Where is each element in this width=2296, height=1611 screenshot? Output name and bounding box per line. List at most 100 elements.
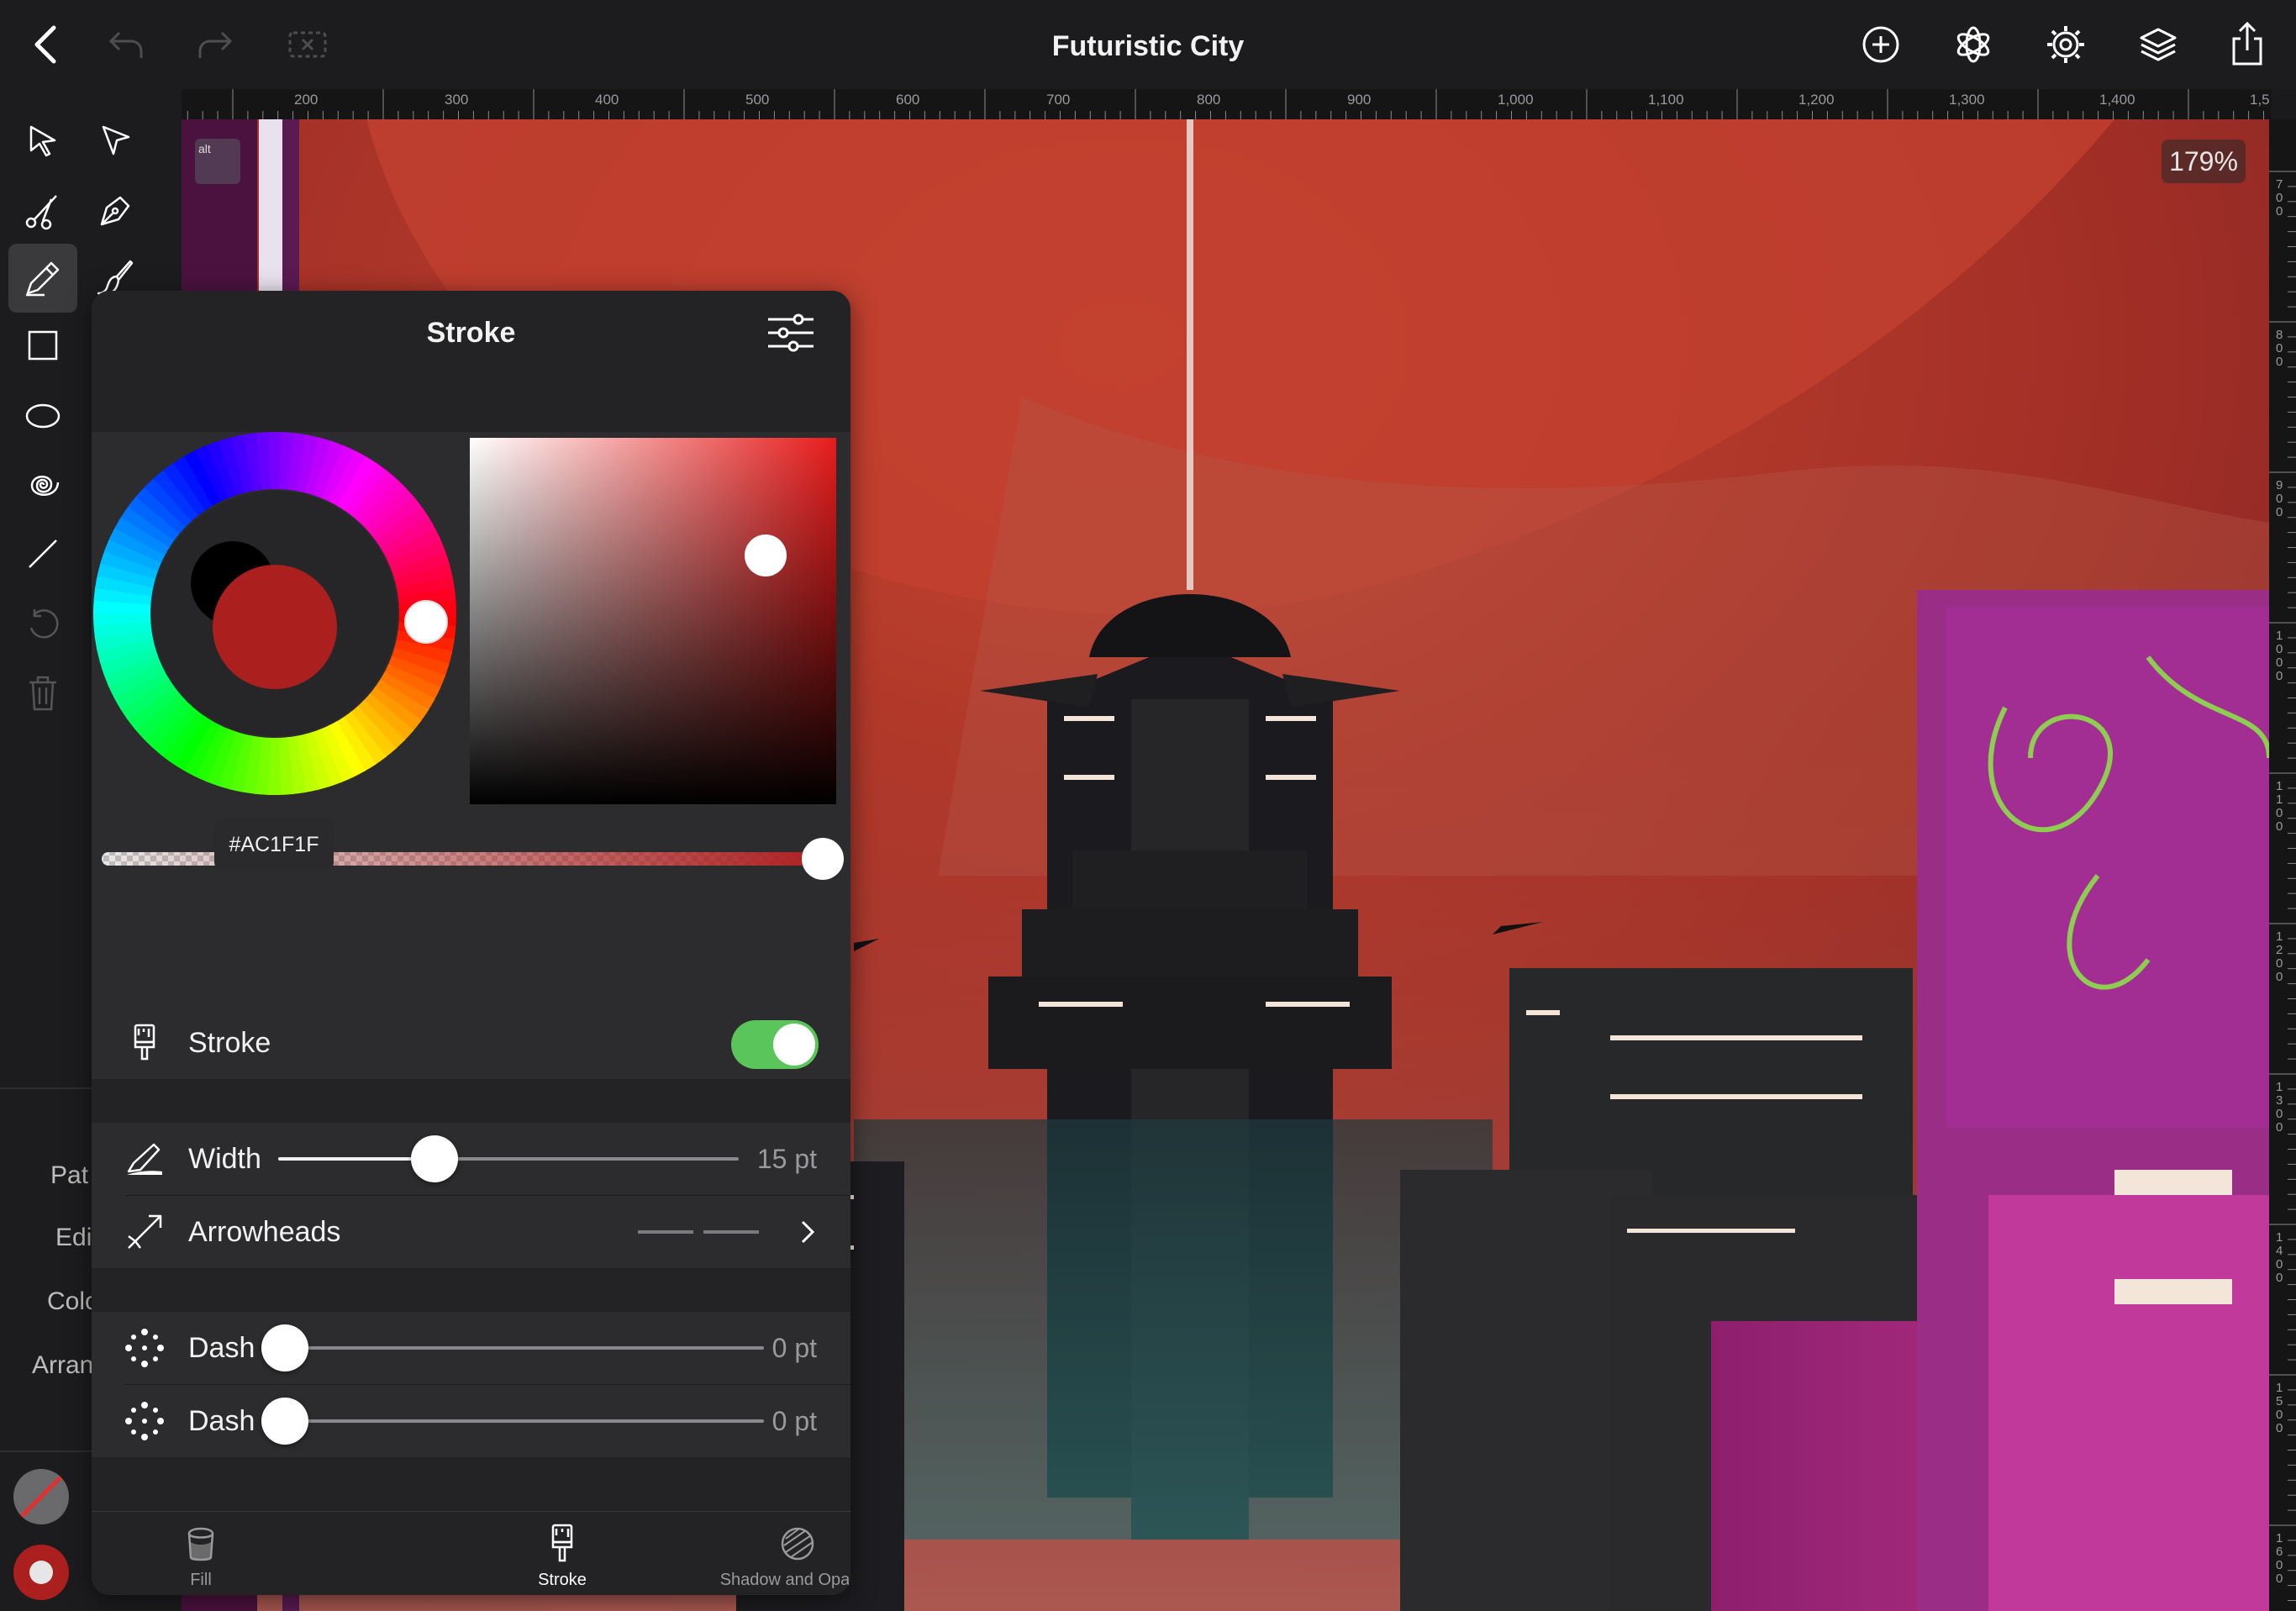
dash-dots-icon <box>125 1329 164 1367</box>
panel-header: Stroke <box>92 291 850 375</box>
ruler-label: 500 <box>745 92 769 108</box>
ruler-label: 700 <box>1046 92 1070 108</box>
ruler-label-vertical: 1100 <box>2276 779 2283 834</box>
tool-ellipse[interactable] <box>8 382 77 450</box>
dash-value-2: 0 pt <box>771 1406 817 1436</box>
ruler-label: 200 <box>294 92 318 108</box>
zoom-level[interactable]: 179% <box>2162 140 2246 183</box>
side-label-edit[interactable]: Edi <box>55 1224 92 1252</box>
width-value: 15 pt <box>756 1144 817 1174</box>
tool-pencil[interactable] <box>8 244 77 313</box>
chevron-right-icon <box>801 1220 815 1244</box>
ruler-vertical[interactable]: 700 800 900 1000 1100 1200 1300 1400 1500 1600 <box>2269 119 2296 1611</box>
dash-slider-track-2[interactable] <box>285 1419 764 1423</box>
stroke-well-center <box>29 1561 53 1584</box>
ellipse-icon <box>25 403 61 429</box>
stroke-toggle-row[interactable]: Stroke <box>92 1007 850 1079</box>
ruler-label: 400 <box>595 92 619 108</box>
width-slider-handle[interactable] <box>411 1135 459 1182</box>
undo-icon <box>108 31 143 58</box>
stroke-brush-icon <box>134 1024 155 1061</box>
stroke-color-well[interactable] <box>13 1545 69 1600</box>
ruler-label-vertical: 1200 <box>2276 929 2283 984</box>
dash-dots-icon-2 <box>125 1402 164 1440</box>
tool-rectangle[interactable] <box>8 311 77 380</box>
tool-selection[interactable] <box>8 106 77 175</box>
stroke-toggle[interactable] <box>731 1020 819 1069</box>
current-color-swatch[interactable] <box>213 565 337 689</box>
alt-key-label: alt <box>198 142 211 155</box>
hex-color-field[interactable]: #AC1F1F <box>214 819 334 871</box>
tool-scissors[interactable] <box>8 176 77 245</box>
sliders-icon <box>768 313 814 352</box>
rotate-icon <box>29 609 59 639</box>
panel-title: Stroke <box>426 317 516 349</box>
add-circle-icon <box>1862 26 1899 63</box>
dash-value-1: 0 pt <box>771 1333 817 1363</box>
ruler-horizontal[interactable]: 200 300 400 500 600 700 800 900 1,000 1,100 1,200 1… <box>182 89 2271 119</box>
opacity-slider-handle[interactable] <box>802 838 844 880</box>
tool-spiral[interactable] <box>8 450 77 519</box>
top-bar: Futuristic City <box>0 0 2296 89</box>
side-label-path[interactable]: Pat <box>50 1161 88 1190</box>
scissors-icon <box>25 195 57 230</box>
tab-stroke-label: Stroke <box>538 1571 587 1589</box>
tab-shadow-opacity[interactable]: Shadow and Opacity <box>697 1512 850 1595</box>
arrowheads-row[interactable]: Arrowheads <box>92 1196 850 1268</box>
redo-icon <box>198 31 233 58</box>
pencil-icon <box>26 261 60 297</box>
ruler-label-vertical: 1500 <box>2276 1381 2283 1435</box>
settings-button[interactable] <box>2041 19 2091 70</box>
dash-slider-track-1[interactable] <box>285 1346 764 1350</box>
tab-stroke[interactable]: Stroke <box>503 1512 621 1595</box>
arrowheads-icon <box>128 1214 162 1249</box>
selection-arrow-icon <box>29 125 56 157</box>
symbols-icon <box>1956 26 1990 63</box>
fill-color-well[interactable] <box>13 1469 69 1524</box>
rectangle-icon <box>28 330 58 361</box>
stroke-brush-tab-icon <box>551 1524 573 1562</box>
dash-row-1: Dash 0 pt <box>92 1312 850 1384</box>
spiral-icon <box>30 476 60 496</box>
ruler-ticks: 200 300 400 500 600 700 800 900 1,000 1,100 1,200 1… <box>187 89 2270 119</box>
clear-button[interactable] <box>282 19 333 70</box>
symbols-button[interactable] <box>1948 19 1998 70</box>
hue-ring-handle[interactable] <box>404 600 448 644</box>
sv-handle[interactable] <box>745 534 787 576</box>
fill-bucket-icon <box>187 1527 214 1561</box>
tab-fill[interactable]: Fill <box>142 1512 260 1595</box>
no-fill-icon <box>18 1474 64 1519</box>
redo-button[interactable] <box>190 19 240 70</box>
ruler-label-vertical: 1400 <box>2276 1230 2283 1285</box>
line-icon <box>29 540 57 568</box>
ruler-label-vertical: 900 <box>2276 478 2283 519</box>
panel-settings-button[interactable] <box>765 311 817 355</box>
width-label: Width <box>188 1143 261 1175</box>
tool-rotate[interactable] <box>8 590 77 659</box>
ruler-label: 900 <box>1347 92 1371 108</box>
dash-row-2: Dash 0 pt <box>92 1385 850 1457</box>
tool-delete[interactable] <box>8 659 77 728</box>
panel-spacer-4 <box>92 1268 850 1312</box>
layers-icon <box>2140 28 2177 61</box>
tool-line[interactable] <box>8 519 77 588</box>
dash-label-2: Dash <box>188 1405 255 1437</box>
layers-button[interactable] <box>2133 19 2183 70</box>
side-label-arrange[interactable]: Arran <box>32 1351 93 1380</box>
add-button[interactable] <box>1856 19 1906 70</box>
width-pen-icon <box>127 1143 162 1175</box>
alt-key-indicator[interactable]: alt <box>195 139 240 184</box>
dash-slider-handle-1[interactable] <box>261 1324 308 1371</box>
tool-pen[interactable] <box>81 176 150 245</box>
share-button[interactable] <box>2222 19 2272 70</box>
ruler-label-vertical: 1600 <box>2276 1531 2283 1586</box>
arrowhead-end-preview <box>703 1230 759 1234</box>
ruler-label: 1,000 <box>1498 92 1534 108</box>
dash-slider-handle-2[interactable] <box>261 1398 308 1445</box>
pen-nib-icon <box>100 196 130 226</box>
tool-direct-selection[interactable] <box>81 106 150 175</box>
ruler-ticks-vertical: 7 0 0 8 0 0 9 0 0 1 0 0 0 1 1 0 0 1 2 0 0 1 3 0 0 1 4 0 0 1 5 0 0 1 6 0 0 <box>2269 171 2296 1601</box>
back-button[interactable] <box>20 19 71 70</box>
undo-button[interactable] <box>101 19 151 70</box>
ruler-label-vertical: 700 <box>2276 177 2283 218</box>
